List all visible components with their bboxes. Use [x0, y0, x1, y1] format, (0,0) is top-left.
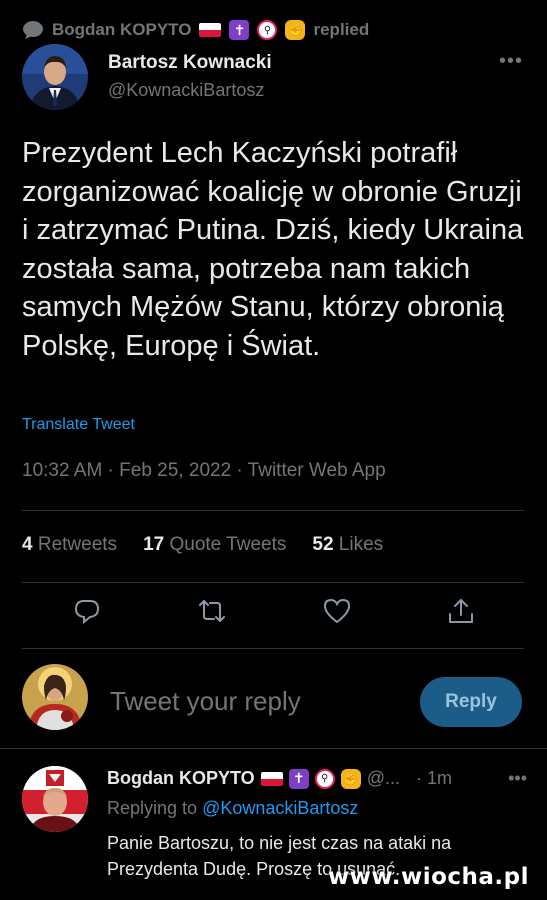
- no-bicycles-icon: ⚲: [314, 768, 335, 789]
- share-icon[interactable]: [446, 596, 476, 626]
- like-icon[interactable]: [322, 596, 352, 626]
- fist-icon: ✊: [285, 20, 306, 40]
- more-dots-icon[interactable]: •••: [508, 768, 527, 789]
- tweet-author-row: Bartosz Kownacki @KownackiBartosz •••: [22, 44, 527, 114]
- tweet-actions: [22, 596, 524, 636]
- likes-stat[interactable]: 52 Likes: [312, 534, 383, 556]
- divider: [22, 510, 524, 511]
- speech-bubble-icon: [23, 21, 43, 39]
- author-handle[interactable]: @KownackiBartosz: [108, 80, 264, 101]
- poland-flag-icon: [199, 23, 222, 37]
- reply-composer: Tweet your reply Reply: [0, 660, 547, 744]
- reply-input[interactable]: Tweet your reply: [110, 686, 301, 717]
- divider: [0, 748, 547, 749]
- divider: [22, 582, 524, 583]
- tweet-text: Prezydent Lech Kaczyński potrafił zorgan…: [22, 137, 524, 362]
- translate-tweet-link[interactable]: Translate Tweet: [22, 416, 135, 434]
- watermark: www.wiocha.pl: [327, 864, 529, 890]
- latin-cross-icon: ✝: [229, 20, 250, 40]
- reply-button[interactable]: Reply: [420, 677, 522, 727]
- latin-cross-icon: ✝: [288, 768, 309, 789]
- no-bicycles-icon: ⚲: [257, 20, 278, 40]
- fist-icon: ✊: [340, 768, 361, 789]
- replied-banner: Bogdan KOPYTO ✝ ⚲ ✊ replied: [22, 16, 369, 44]
- reply-time: · 1m: [415, 768, 452, 788]
- author-avatar[interactable]: [22, 44, 88, 110]
- retweet-icon[interactable]: [197, 596, 227, 626]
- reply-header: Bogdan KOPYTO ✝ ⚲ ✊ @... · 1m: [107, 768, 452, 789]
- retweets-stat[interactable]: 4 Retweets: [22, 534, 117, 556]
- replying-to: Replying to @KownackiBartosz: [107, 798, 359, 818]
- more-dots-icon[interactable]: •••: [499, 50, 523, 73]
- replied-user-name[interactable]: Bogdan KOPYTO: [52, 20, 191, 40]
- author-name[interactable]: Bartosz Kownacki: [108, 52, 272, 74]
- reply-icon[interactable]: [72, 596, 102, 626]
- my-avatar[interactable]: [22, 664, 88, 730]
- tweet-meta: 10:32 AM · Feb 25, 2022 · Twitter Web Ap…: [22, 460, 386, 481]
- quotes-stat[interactable]: 17 Quote Tweets: [143, 534, 286, 556]
- reply-author-avatar[interactable]: [22, 766, 88, 832]
- reply-author-handle[interactable]: @...: [367, 768, 400, 789]
- replied-action: replied: [313, 20, 370, 39]
- reply-author-name[interactable]: Bogdan KOPYTO: [107, 768, 255, 789]
- poland-flag-icon: [260, 771, 283, 786]
- replying-to-handle[interactable]: @KownackiBartosz: [202, 798, 358, 818]
- tweet-stats: 4 Retweets 17 Quote Tweets 52 Likes: [22, 534, 383, 556]
- divider: [22, 648, 524, 649]
